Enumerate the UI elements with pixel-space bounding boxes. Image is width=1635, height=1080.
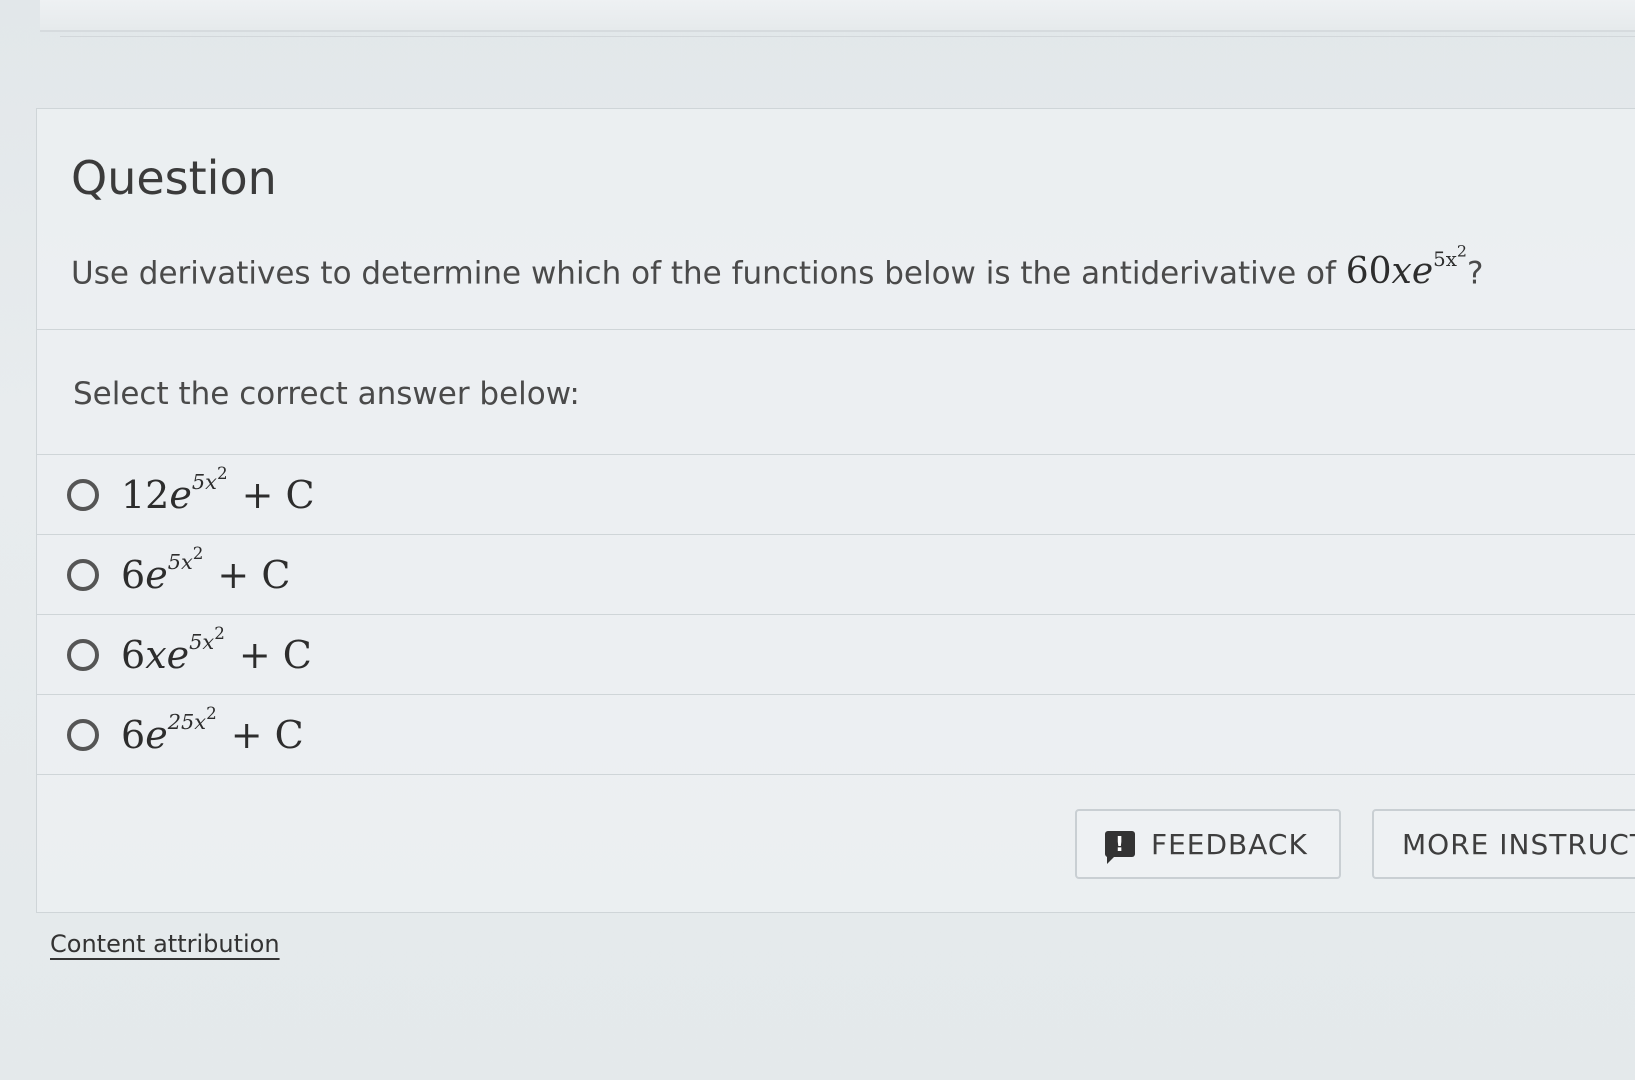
content-attribution-link[interactable]: Content attribution — [50, 930, 280, 958]
option-expression: 6e5x2 + C — [121, 544, 291, 597]
question-card: Question Use derivatives to determine wh… — [36, 108, 1635, 913]
card-footer: ! FEEDBACK MORE INSTRUCTIONS — [37, 775, 1635, 915]
expr-exponent-power: 2 — [1456, 241, 1467, 260]
option-expression: 6e25x2 + C — [121, 704, 304, 757]
answer-option-4[interactable]: 6e25x2 + C — [37, 695, 1635, 775]
select-answer-label: Select the correct answer below: — [73, 376, 580, 412]
more-instructions-button[interactable]: MORE INSTRUCTIONS — [1372, 809, 1635, 879]
option-exponent-power: 2 — [216, 462, 228, 483]
option-exponent-power: 2 — [214, 622, 225, 643]
expr-exponent-base: 5x — [1433, 247, 1457, 271]
more-instructions-label: MORE INSTRUCTIONS — [1402, 827, 1635, 861]
option-exponent-power: 2 — [192, 542, 204, 563]
option-variables: e — [145, 552, 168, 597]
option-exponent: 5x2 — [191, 464, 228, 494]
option-coefficient: 6 — [121, 632, 146, 677]
question-header: Question Use derivatives to determine wh… — [37, 109, 1635, 330]
option-variables: e — [145, 712, 168, 757]
answer-option-1[interactable]: 12e5x2 + C — [37, 455, 1635, 535]
question-mark: ? — [1466, 255, 1484, 292]
radio-button[interactable] — [67, 478, 99, 511]
option-exponent-base: 5x — [191, 469, 217, 494]
option-expression: 6xe5x2 + C — [121, 624, 312, 677]
answer-option-3[interactable]: 6xe5x2 + C — [37, 615, 1635, 695]
option-coefficient: 6 — [121, 712, 146, 757]
feedback-button-label: FEEDBACK — [1151, 827, 1308, 861]
option-coefficient: 6 — [121, 552, 146, 597]
expr-exponent: 5x2 — [1433, 243, 1467, 271]
previous-card-edge-inner — [60, 10, 1635, 37]
option-exponent-base: 25x — [167, 709, 207, 734]
expr-coefficient: 60 — [1345, 251, 1392, 293]
option-variables: xe — [145, 632, 190, 677]
option-exponent-base: 5x — [167, 549, 193, 574]
option-constant: + C — [217, 552, 291, 597]
option-variables: e — [169, 472, 192, 517]
radio-button[interactable] — [67, 718, 99, 751]
option-exponent: 5x2 — [189, 624, 225, 654]
option-exponent-power: 2 — [206, 702, 217, 723]
expr-variables: xe — [1391, 251, 1434, 293]
select-instructions-row: Select the correct answer below: — [37, 330, 1635, 455]
option-exponent-base: 5x — [189, 629, 215, 654]
question-prompt: Use derivatives to determine which of th… — [71, 243, 1484, 293]
option-exponent: 5x2 — [167, 544, 204, 574]
option-expression: 12e5x2 + C — [121, 464, 315, 517]
radio-button[interactable] — [67, 558, 99, 591]
option-constant: + C — [241, 472, 315, 517]
option-exponent: 25x2 — [167, 704, 217, 734]
feedback-icon: ! — [1105, 831, 1135, 864]
answer-option-2[interactable]: 6e5x2 + C — [37, 535, 1635, 615]
option-constant: + C — [230, 712, 304, 757]
question-prompt-text: Use derivatives to determine which of th… — [71, 255, 1336, 292]
option-constant: + C — [238, 632, 312, 677]
question-title: Question — [71, 151, 277, 205]
feedback-button[interactable]: ! FEEDBACK — [1075, 809, 1341, 879]
option-coefficient: 12 — [121, 472, 170, 517]
question-expression: 60xe5x2 — [1345, 243, 1467, 293]
radio-button[interactable] — [67, 638, 99, 671]
